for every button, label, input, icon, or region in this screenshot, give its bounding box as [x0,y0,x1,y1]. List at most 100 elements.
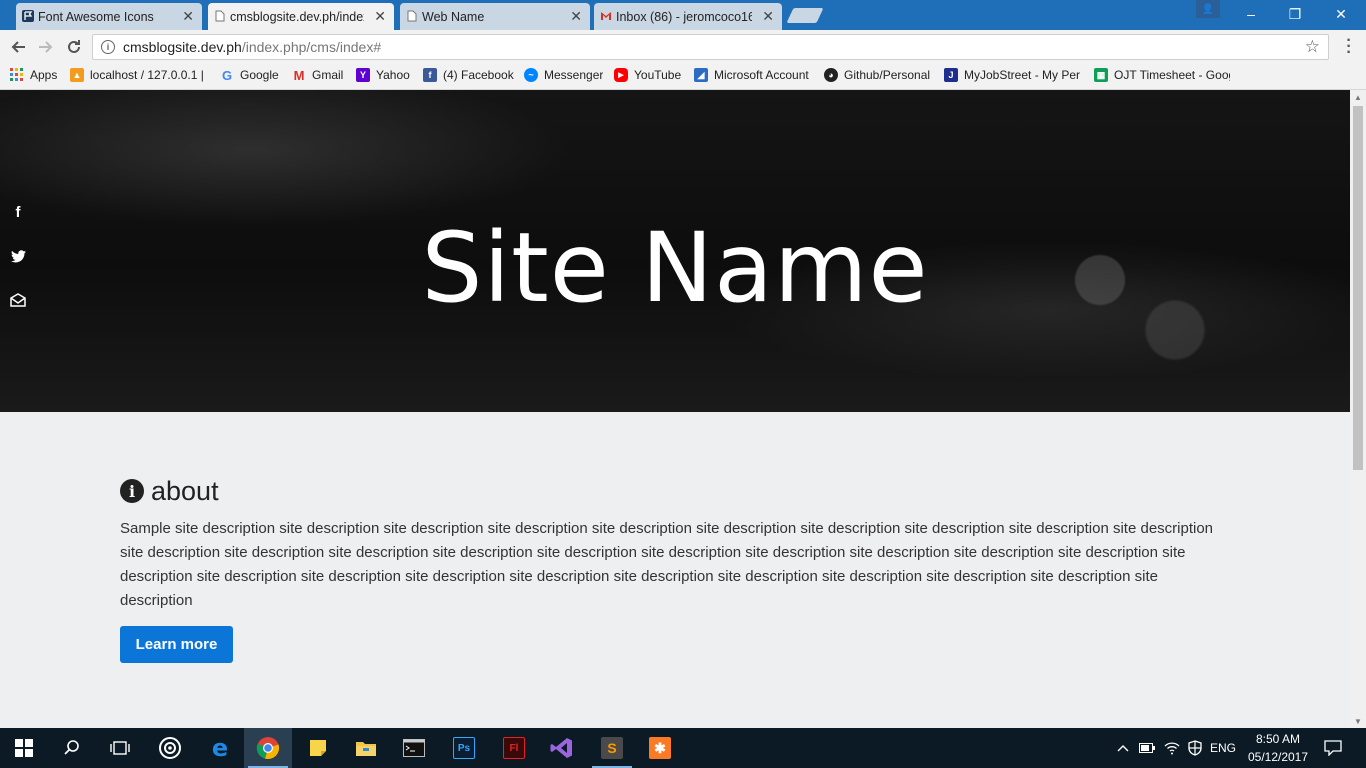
site-info-icon[interactable]: i [101,40,115,54]
bookmark-facebook[interactable]: f (4) Facebook [423,68,514,82]
language-indicator[interactable]: ENG [1206,728,1240,768]
notifications-icon[interactable] [1318,728,1348,768]
page-viewport: Site Name f i about Sample site descript… [0,90,1350,728]
shield-icon[interactable] [1184,728,1206,768]
reload-icon[interactable] [63,36,85,58]
sheets-icon: ▦ [1094,68,1108,82]
edge-icon[interactable]: e [196,728,244,768]
bookmark-label: MyJobStreet - My Per [964,68,1080,82]
hero-title: Site Name [421,212,929,324]
bookmark-localhost[interactable]: ▲ localhost / 127.0.0.1 | [70,68,204,82]
photoshop-icon[interactable]: Ps [440,728,488,768]
scroll-down-arrow-icon[interactable]: ▼ [1350,714,1366,728]
flag-icon [22,10,34,22]
page-scrollbar[interactable]: ▲ ▼ [1350,90,1366,728]
tab-inbox[interactable]: Inbox (86) - jeromcoco16 ✕ [594,3,782,30]
visual-studio-icon[interactable] [538,728,586,768]
bookmark-label: Messenger [544,68,604,82]
envelope-icon[interactable] [8,290,28,310]
tab-title: cmsblogsite.dev.ph/index.p [230,9,364,24]
tab-title: Inbox (86) - jeromcoco16 [616,9,752,24]
bookmark-label: localhost / 127.0.0.1 | [90,68,204,82]
learn-more-button[interactable]: Learn more [120,626,233,663]
bookmark-label: Microsoft Account [714,68,809,82]
bookmark-ojt-timesheet[interactable]: ▦ OJT Timesheet - Goog [1094,68,1230,82]
gmail-icon: M [293,67,305,83]
bookmark-apps[interactable]: Apps [10,68,57,82]
steam-icon[interactable] [146,728,194,768]
maximize-button[interactable]: ❐ [1272,0,1318,28]
bookmark-label: (4) Facebook [443,68,514,82]
page-icon [214,10,226,22]
bookmark-label: Github/Personal [844,68,931,82]
cmd-icon[interactable] [390,728,438,768]
bookmarks-bar: Apps ▲ localhost / 127.0.0.1 | G Google … [0,64,1366,90]
bookmark-star-icon[interactable]: ☆ [1305,37,1320,57]
bookmark-label: Yahoo [376,68,410,82]
forward-arrow-icon[interactable] [35,36,57,58]
flash-icon[interactable]: Fl [490,728,538,768]
close-icon[interactable]: ✕ [570,8,582,25]
url-path: /index.php/cms/index# [241,39,382,55]
chrome-icon[interactable] [244,728,292,768]
phpmyadmin-icon: ▲ [70,68,84,82]
task-view-icon[interactable] [96,728,144,768]
bookmark-gmail[interactable]: M Gmail [292,67,344,83]
gmail-icon [600,10,612,22]
page-icon [406,10,418,22]
bookmark-google[interactable]: G Google [220,67,279,83]
about-section: i about Sample site description site des… [120,474,1230,663]
bookmark-label: OJT Timesheet - Goog [1114,68,1230,82]
battery-icon[interactable] [1136,728,1158,768]
start-button[interactable] [0,728,48,768]
address-bar[interactable]: i cmsblogsite.dev.ph/index.php/cms/index… [92,34,1329,60]
close-window-button[interactable]: ✕ [1318,0,1364,28]
tab-title: Web Name [422,9,485,24]
facebook-icon[interactable]: f [8,202,28,222]
file-explorer-icon[interactable] [342,728,390,768]
google-icon: G [221,67,233,83]
twitter-icon[interactable] [8,246,28,266]
bookmark-label: YouTube [634,68,682,82]
bookmark-yahoo[interactable]: Y Yahoo [356,68,410,82]
bookmark-microsoft-account[interactable]: ◢ Microsoft Account [694,68,809,82]
microsoft-icon: ◢ [694,68,708,82]
facebook-icon: f [423,68,437,82]
bookmark-label: Google [240,68,279,82]
clock-date: 05/12/2017 [1247,750,1309,764]
tab-web-name[interactable]: Web Name ✕ [400,3,590,30]
bookmark-youtube[interactable]: ▶ YouTube [614,68,681,82]
yahoo-icon: Y [356,68,370,82]
apps-grid-icon [10,68,24,82]
bookmark-messenger[interactable]: ~ Messenger [524,68,603,82]
sticky-notes-icon[interactable] [294,728,342,768]
about-heading: i about [120,474,1230,508]
xampp-icon[interactable]: ✱ [636,728,684,768]
search-icon[interactable] [48,728,96,768]
system-clock[interactable]: 8:50 AM 05/12/2017 [1238,730,1318,766]
new-tab-button[interactable] [786,8,824,23]
url-host: cmsblogsite.dev.ph [123,39,242,55]
tab-cmsblogsite[interactable]: cmsblogsite.dev.ph/index.p ✕ [208,3,394,30]
tab-font-awesome-icons[interactable]: Font Awesome Icons ✕ [16,3,202,30]
close-icon[interactable]: ✕ [374,8,386,25]
scroll-thumb[interactable] [1353,106,1363,470]
github-icon: ◕ [824,68,838,82]
browser-menu-icon[interactable]: · · · [1342,33,1356,61]
bookmark-label: Gmail [312,68,344,82]
scroll-up-arrow-icon[interactable]: ▲ [1350,90,1366,104]
clock-time: 8:50 AM [1255,732,1301,746]
close-icon[interactable]: ✕ [762,8,774,25]
browser-toolbar: i cmsblogsite.dev.ph/index.php/cms/index… [0,30,1366,64]
tab-title: Font Awesome Icons [38,9,154,24]
wifi-icon[interactable] [1160,728,1184,768]
back-arrow-icon[interactable] [7,36,29,58]
minimize-button[interactable]: – [1228,0,1274,28]
tray-overflow-chevron-icon[interactable] [1112,728,1134,768]
jobstreet-icon: J [944,68,958,82]
bookmark-github[interactable]: ◕ Github/Personal [824,68,930,82]
bookmark-jobstreet[interactable]: J MyJobStreet - My Per [944,68,1080,82]
profile-icon[interactable]: 👤 [1196,0,1220,18]
sublime-icon[interactable]: S [588,728,636,768]
close-icon[interactable]: ✕ [182,8,194,25]
